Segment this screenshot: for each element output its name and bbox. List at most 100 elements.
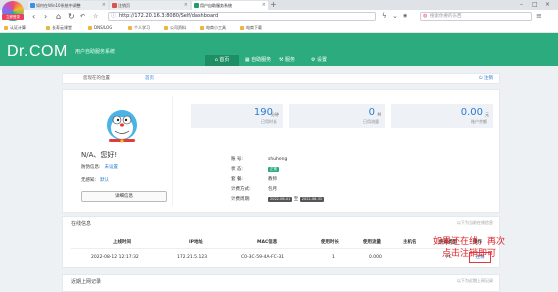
table-header: MAC信息 — [257, 240, 278, 245]
nav-tab-service[interactable]: ⚒ 服务 — [270, 55, 304, 66]
more-menu-icon[interactable]: ≡ — [536, 12, 542, 21]
anti-proxy-link[interactable]: 未设置 — [105, 165, 119, 170]
panel-title: 在线信息 — [71, 221, 92, 227]
reload-icon[interactable]: ↻ — [68, 11, 75, 22]
logout-link[interactable]: ⏻ 注销 — [479, 74, 493, 84]
table-cell: 2022-08-12 12:17:32 — [91, 255, 139, 260]
table-cell: 0.000 — [369, 255, 382, 260]
folder-icon — [200, 26, 204, 30]
page-icon — [194, 3, 199, 8]
stat-traffic: 0 M 已用流量 — [289, 104, 385, 128]
bookmark-item[interactable]: DNS/LOG — [88, 24, 112, 32]
anti-proxy-info: 防伪信息: 未设置 — [81, 165, 119, 170]
billing-method-value: 包月 — [268, 187, 277, 192]
forward-icon[interactable]: › — [44, 11, 47, 22]
breadcrumb: 您现在的位置 首页 ⏻ 注销 — [62, 73, 500, 84]
star-icon[interactable]: ☆ — [93, 11, 98, 22]
stat-unit: 分钟 — [271, 112, 279, 117]
period-separator: 至 — [293, 197, 299, 202]
sense-link[interactable]: 默认 — [100, 178, 109, 183]
status-row: 状 态: 正常 — [231, 167, 279, 172]
login-badge[interactable]: 立即登录 — [2, 14, 24, 20]
period-end: 2022-08-31 — [299, 197, 325, 202]
back-icon[interactable]: ‹ — [32, 11, 35, 22]
stat-unit: M — [377, 112, 381, 117]
avatar — [107, 110, 137, 143]
folder-icon — [240, 26, 244, 30]
folder-icon — [164, 26, 168, 30]
app-header: Dr.COM 用户自助服务系统 ⌂ 首页 ▦ 自助服务 ⚒ 服务 ⚙ 设置 — [0, 33, 558, 66]
browser-tab-active[interactable]: 用户自助服务系统 × — [192, 1, 268, 10]
table-cell: 172.21.5.123 — [177, 255, 208, 260]
account-name: shuheng — [268, 157, 288, 162]
sense-info: 无感知: 默认 — [81, 178, 110, 183]
status-badge: 正常 — [268, 167, 279, 172]
billing-method-row: 计费方式: 包月 — [231, 187, 277, 192]
account-row: 账 号: shuheng — [231, 157, 288, 162]
stat-duration: 190 分钟 已用时长 — [191, 104, 283, 128]
detail-info-button[interactable]: 详细信息 — [81, 191, 167, 202]
panel-note: 以下为当前在线信息 — [457, 220, 493, 225]
search-placeholder: 搜索你要的东西 — [430, 14, 462, 19]
table-cell: 1 — [332, 255, 335, 260]
bookmark-item[interactable]: 认证计算 — [4, 24, 26, 32]
breadcrumb-label: 您现在的位置 — [83, 76, 110, 81]
nav-tab-settings[interactable]: ⚙ 设置 — [302, 55, 336, 66]
panel-title: 近期上网记录 — [71, 279, 102, 285]
stat-value: 0.00 — [460, 107, 483, 118]
chevron-down-icon[interactable]: ⌄ — [392, 12, 398, 21]
folder-icon — [4, 26, 8, 30]
url-bar[interactable]: ⓘ http://172.20.16.3:8080/Self/dashboard — [108, 12, 376, 21]
table-cell: C0-3C-59-4A-FC-31 — [241, 255, 285, 260]
search-engine-icon[interactable]: ◉ — [403, 12, 407, 21]
table-header: IP地址 — [189, 240, 203, 245]
app-logo: Dr.COM — [7, 43, 68, 60]
folder-icon — [88, 26, 92, 30]
billing-period-row: 计费周期: 2022-08-01 至 2022-08-31 — [231, 197, 325, 202]
folder-icon — [128, 26, 132, 30]
page-info-icon: ⓘ — [111, 13, 117, 19]
package-row: 套 餐: 教师 — [231, 177, 277, 182]
stat-unit: 元 — [485, 112, 489, 117]
table-header: 使用流量 — [363, 240, 381, 245]
browser-tab[interactable]: 如何在Win10系统中调整 × — [28, 1, 108, 10]
bookmark-item[interactable]: 电商小工具 — [200, 24, 226, 32]
tab-title: 注销页 — [118, 3, 130, 8]
close-icon[interactable]: × — [262, 1, 266, 10]
period-start: 2022-08-01 — [268, 197, 293, 202]
lightning-icon[interactable]: ϟ — [382, 12, 387, 21]
folder-icon — [46, 26, 50, 30]
close-icon[interactable]: × — [184, 1, 188, 10]
bookmark-item[interactable]: 个人学习 — [128, 24, 150, 32]
browser-tab-strip: 如何在Win10系统中调整 × 注销页 × 用户自助服务系统 × + – □ × — [0, 0, 558, 10]
bookmark-item[interactable]: 长寿云课堂 — [46, 24, 72, 32]
stat-value: 0 — [368, 107, 375, 118]
undo-icon[interactable]: ↶ — [80, 11, 85, 22]
tab-title: 如何在Win10系统中调整 — [36, 3, 81, 8]
navigation-bar: ‹ › ⌂ ↻ ↶ ☆ ⓘ http://172.20.16.3:8080/Se… — [0, 10, 558, 23]
browser-tab[interactable]: 注销页 × — [110, 1, 190, 10]
breadcrumb-home-link[interactable]: 首页 — [145, 74, 154, 84]
bookmark-item[interactable]: 电商下载 — [240, 24, 262, 32]
nav-tab-home[interactable]: ⌂ 首页 — [205, 55, 239, 66]
stat-balance: 0.00 元 账户余额 — [391, 104, 493, 128]
close-window-icon[interactable]: × — [545, 0, 550, 10]
new-tab-icon[interactable]: + — [270, 0, 277, 10]
profile-card: N/A、您好! 防伪信息: 未设置 无感知: 默认 详细信息 — [71, 96, 173, 206]
app-subtitle: 用户自助服务系统 — [75, 49, 116, 55]
package-value: 教师 — [268, 177, 277, 182]
close-icon[interactable]: × — [102, 1, 106, 10]
page-icon — [112, 3, 117, 8]
panel-note: 以下为近期上网记录 — [457, 278, 493, 283]
search-input[interactable]: ◍ 搜索你要的东西 — [420, 12, 532, 21]
url-text: http://172.20.16.3:8080/Self/dashboard — [119, 13, 219, 19]
bookmark-item[interactable]: 公司资料 — [164, 24, 186, 32]
minimize-icon[interactable]: – — [520, 0, 523, 10]
table-header: 使用时长 — [321, 240, 339, 245]
maximize-icon[interactable]: □ — [532, 0, 538, 10]
home-icon[interactable]: ⌂ — [56, 11, 61, 22]
recent-records-panel: 近期上网记录 以下为近期上网记录 — [62, 274, 500, 292]
bookmarks-bar: 认证计算 长寿云课堂 DNS/LOG 个人学习 公司资料 电商小工具 电商下载 — [0, 23, 558, 33]
page-icon — [30, 3, 35, 8]
stat-label: 已用时长 — [261, 119, 277, 124]
